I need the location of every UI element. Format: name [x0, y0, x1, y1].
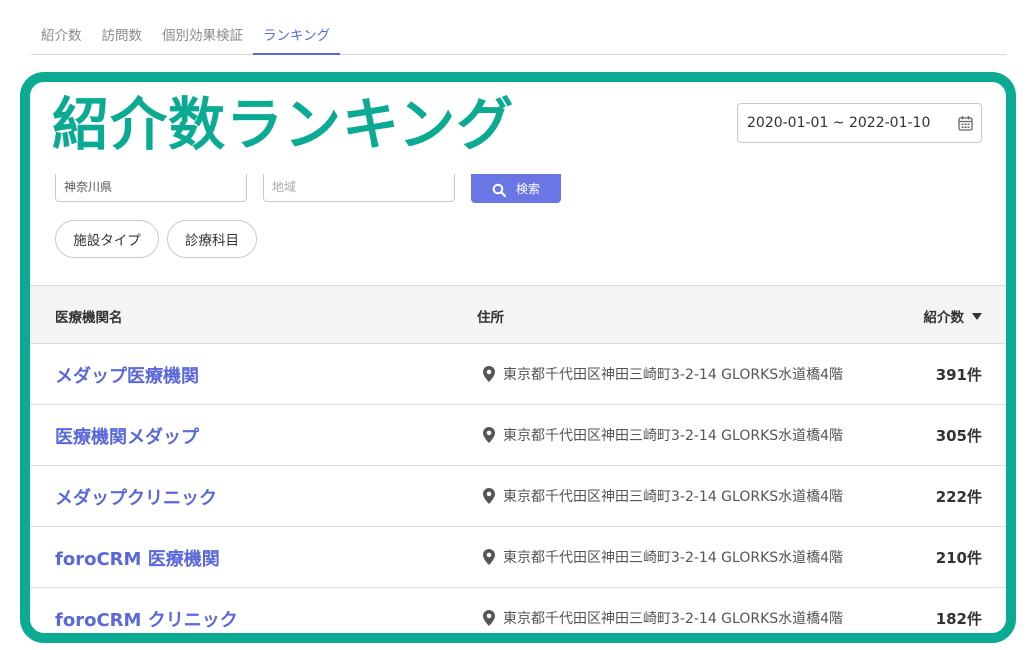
table-row: foroCRM クリニック 東京都千代田区神田三崎町3-2-14 GLORKS水…	[30, 588, 1006, 633]
facility-type-filter[interactable]: 施設タイプ	[55, 220, 159, 258]
map-pin-icon	[483, 488, 495, 504]
column-header-count[interactable]: 紹介数	[923, 306, 982, 326]
facility-address: 東京都千代田区神田三崎町3-2-14 GLORKS水道橋4階	[483, 486, 843, 506]
address-text: 東京都千代田区神田三崎町3-2-14 GLORKS水道橋4階	[503, 428, 844, 444]
facility-name-link[interactable]: メダップ医療機関	[55, 362, 199, 388]
table-row: メダップ医療機関 東京都千代田区神田三崎町3-2-14 GLORKS水道橋4階 …	[30, 344, 1006, 405]
table-header: 医療機関名 住所 紹介数	[30, 285, 1006, 344]
prefecture-value: 神奈川県	[64, 180, 113, 194]
facility-name-link[interactable]: メダップクリニック	[55, 484, 217, 510]
ranking-card: 紹介数ランキング 2020-01-01 ~ 2022-01-10 神奈川県 地域	[20, 72, 1016, 643]
facility-address: 東京都千代田区神田三崎町3-2-14 GLORKS水道橋4階	[483, 364, 843, 384]
date-range-picker[interactable]: 2020-01-01 ~ 2022-01-10	[737, 103, 982, 143]
facility-name-link[interactable]: foroCRM クリニック	[55, 606, 238, 632]
area-input[interactable]: 地域	[263, 174, 455, 202]
facility-name-link[interactable]: 医療機関メダップ	[55, 423, 199, 449]
map-pin-icon	[483, 366, 495, 382]
address-text: 東京都千代田区神田三崎町3-2-14 GLORKS水道橋4階	[503, 489, 844, 505]
map-pin-icon	[483, 549, 495, 565]
department-filter[interactable]: 診療科目	[167, 220, 257, 258]
sort-desc-icon	[972, 312, 982, 320]
map-pin-icon	[483, 610, 495, 626]
column-header-count-label: 紹介数	[923, 310, 965, 326]
search-button-label: 検索	[515, 182, 540, 196]
address-text: 東京都千代田区神田三崎町3-2-14 GLORKS水道橋4階	[503, 550, 844, 566]
tab-individual-effect[interactable]: 個別効果検証	[152, 24, 253, 54]
ranking-table-body: メダップ医療機関 東京都千代田区神田三崎町3-2-14 GLORKS水道橋4階 …	[30, 344, 1006, 633]
table-row: 医療機関メダップ 東京都千代田区神田三崎町3-2-14 GLORKS水道橋4階 …	[30, 405, 1006, 466]
tab-bar: 紹介数 訪問数 個別効果検証 ランキング	[31, 16, 1006, 55]
column-header-name: 医療機関名	[55, 310, 123, 326]
search-button[interactable]: 検索	[471, 174, 561, 203]
prefecture-select[interactable]: 神奈川県	[55, 174, 247, 202]
referral-count: 391件	[935, 366, 982, 384]
table-row: foroCRM 医療機関 東京都千代田区神田三崎町3-2-14 GLORKS水道…	[30, 527, 1006, 588]
area-placeholder: 地域	[272, 180, 297, 194]
referral-count: 222件	[935, 488, 982, 506]
column-header-address: 住所	[477, 310, 504, 326]
referral-count: 305件	[935, 427, 982, 445]
calendar-icon	[958, 116, 973, 131]
facility-address: 東京都千代田区神田三崎町3-2-14 GLORKS水道橋4階	[483, 547, 843, 567]
tab-referrals[interactable]: 紹介数	[31, 24, 92, 54]
search-icon	[492, 183, 506, 197]
date-range-value: 2020-01-01 ~ 2022-01-10	[747, 115, 931, 131]
tab-ranking[interactable]: ランキング	[253, 24, 341, 55]
facility-address: 東京都千代田区神田三崎町3-2-14 GLORKS水道橋4階	[483, 608, 843, 628]
facility-name-link[interactable]: foroCRM 医療機関	[55, 545, 220, 571]
referral-count: 182件	[935, 610, 982, 628]
page-title: 紹介数ランキング	[52, 92, 515, 158]
table-row: メダップクリニック 東京都千代田区神田三崎町3-2-14 GLORKS水道橋4階…	[30, 466, 1006, 527]
map-pin-icon	[483, 427, 495, 443]
facility-address: 東京都千代田区神田三崎町3-2-14 GLORKS水道橋4階	[483, 425, 843, 445]
address-text: 東京都千代田区神田三崎町3-2-14 GLORKS水道橋4階	[503, 367, 844, 383]
address-text: 東京都千代田区神田三崎町3-2-14 GLORKS水道橋4階	[503, 611, 844, 627]
referral-count: 210件	[935, 549, 982, 567]
tab-visits[interactable]: 訪問数	[92, 24, 153, 54]
